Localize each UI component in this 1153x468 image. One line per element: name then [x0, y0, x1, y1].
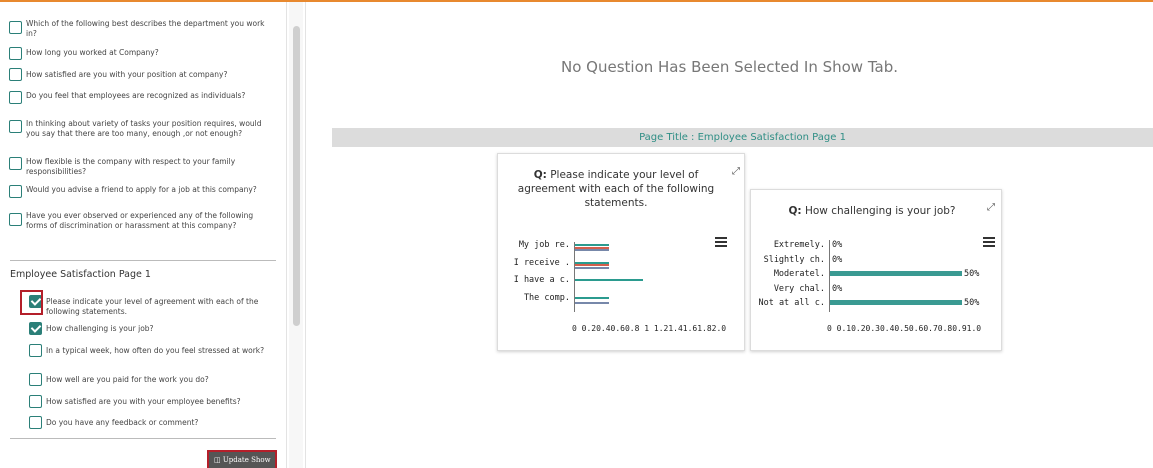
question-label[interactable]: Would you advise a friend to apply for a…: [26, 185, 276, 195]
question-checkbox[interactable]: [9, 120, 22, 133]
question-label[interactable]: Have you ever observed or experienced an…: [26, 211, 276, 230]
question-checkbox[interactable]: [9, 91, 22, 104]
question-checkbox[interactable]: [9, 157, 22, 170]
question-checkbox[interactable]: [29, 344, 42, 357]
category-label: Moderatel.: [773, 269, 825, 279]
update-show-label: Update Show: [222, 456, 271, 464]
question-label[interactable]: How satisfied are you with your employee…: [46, 397, 286, 407]
category-label: Very chal.: [773, 283, 825, 294]
question-label[interactable]: How flexible is the company with respect…: [26, 157, 276, 176]
category-label: Extremely.: [773, 240, 825, 250]
x-tick-labels: 0 0.10.20.30.40.50.60.70.80.91.0: [827, 324, 982, 333]
divider: [10, 260, 276, 261]
question-checkbox[interactable]: [9, 21, 22, 34]
no-question-message: No Question Has Been Selected In Show Ta…: [561, 58, 898, 76]
question-sidebar: Which of the following best describes th…: [0, 2, 287, 468]
chart-card-agreement: Q: Please indicate your level of agreeme…: [497, 153, 745, 351]
chart-card-challenging: Q: How challenging is your job? ⤢ Extrem…: [750, 189, 1002, 351]
sidebar-scrollbar-thumb[interactable]: [293, 26, 300, 326]
value-label: 0%: [832, 254, 843, 265]
checkbox-highlight: [20, 290, 43, 315]
chart-bar[interactable]: [830, 300, 962, 305]
chart-bar[interactable]: [575, 279, 643, 281]
card-question-text: How challenging is your job?: [804, 205, 956, 217]
card-question-title: Q: How challenging is your job?: [767, 204, 977, 218]
card-question-title: Q: Please indicate your level of agreeme…: [506, 168, 726, 210]
value-label: 50%: [964, 269, 980, 279]
question-checkbox[interactable]: [29, 395, 42, 408]
divider: [10, 438, 276, 439]
question-label[interactable]: Please indicate your level of agreement …: [46, 297, 276, 316]
chart-bar[interactable]: [575, 249, 609, 251]
question-label[interactable]: How satisfied are you with your position…: [26, 70, 276, 80]
chart-menu-icon[interactable]: [983, 237, 995, 249]
value-label: 50%: [964, 298, 980, 308]
question-checkbox[interactable]: [9, 185, 22, 198]
expand-icon[interactable]: ⤢: [732, 166, 740, 177]
question-checkbox-checked[interactable]: [29, 322, 42, 335]
chart-bar[interactable]: [830, 271, 962, 276]
question-checkbox[interactable]: [9, 68, 22, 81]
category-label: I have a c.: [513, 275, 570, 285]
category-label: Slightly ch.: [763, 254, 825, 265]
value-label: 0%: [832, 283, 843, 294]
category-label: My job re.: [518, 240, 570, 250]
q-prefix: Q:: [788, 205, 802, 217]
question-checkbox[interactable]: [29, 416, 42, 429]
value-label: 0%: [832, 240, 843, 250]
chart-bar[interactable]: [575, 296, 609, 299]
question-label[interactable]: In thinking about variety of tasks your …: [26, 119, 276, 138]
question-checkbox[interactable]: [9, 213, 22, 226]
page-title-bar: Page Title : Employee Satisfaction Page …: [332, 128, 1153, 147]
question-label[interactable]: How well are you paid for the work you d…: [46, 375, 286, 385]
expand-icon[interactable]: ⤢: [987, 202, 995, 213]
update-show-button[interactable]: ◫ Update Show: [207, 450, 277, 468]
category-label: I receive .: [513, 257, 570, 268]
category-label: The comp.: [523, 292, 570, 303]
chart-bar[interactable]: [575, 301, 609, 304]
question-label[interactable]: In a typical week, how often do you feel…: [46, 346, 276, 356]
question-label[interactable]: Which of the following best describes th…: [26, 19, 276, 38]
x-tick-labels: 0 0.20.40.60.8 1 1.21.41.61.82.0: [572, 324, 727, 333]
category-label: Not at all c.: [758, 298, 825, 308]
question-checkbox[interactable]: [9, 47, 22, 60]
question-label[interactable]: Do you feel that employees are recognize…: [26, 91, 276, 101]
question-label[interactable]: Do you have any feedback or comment?: [46, 418, 286, 428]
question-label[interactable]: How challenging is your job?: [46, 324, 286, 334]
save-icon: ◫: [214, 456, 221, 464]
question-checkbox[interactable]: [29, 373, 42, 386]
chart-bar[interactable]: [575, 266, 609, 269]
question-label[interactable]: How long you worked at Company?: [26, 48, 276, 58]
q-prefix: Q:: [533, 169, 547, 181]
card-question-text: Please indicate your level of agreement …: [517, 169, 715, 209]
chart-menu-icon[interactable]: [715, 237, 727, 249]
page-group-title: Employee Satisfaction Page 1: [10, 269, 151, 280]
